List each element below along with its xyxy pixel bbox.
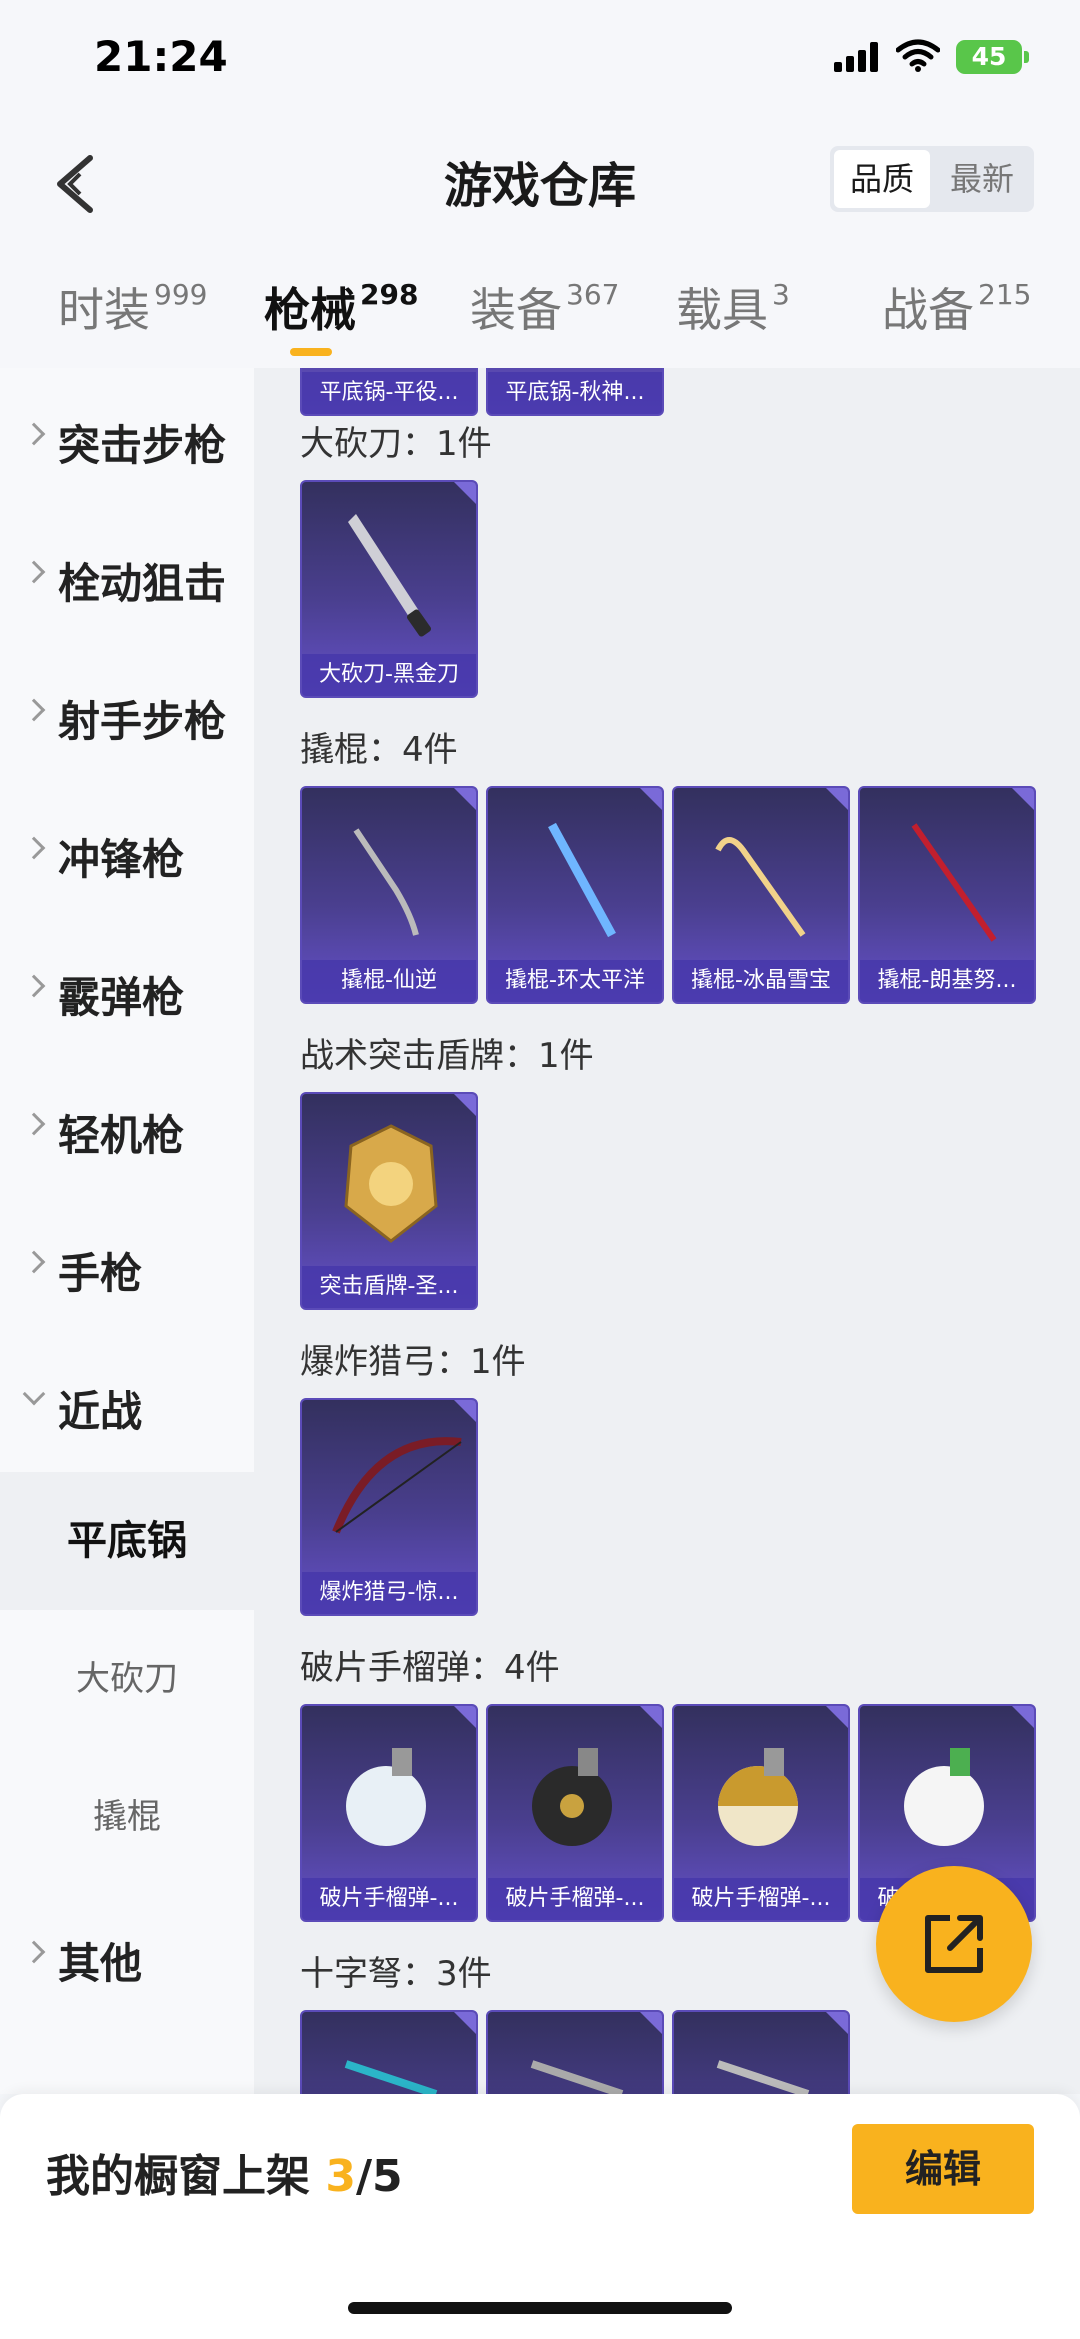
sidebar-subitem-machete[interactable]: 大砍刀 xyxy=(0,1610,254,1748)
section-title: 爆炸猎弓：1件 xyxy=(300,1342,526,1382)
item-card[interactable]: 突击盾牌-圣... xyxy=(300,1092,478,1310)
tab-fashion[interactable]: 时装 999 xyxy=(58,274,207,340)
crowbar-icon xyxy=(548,822,616,938)
item-card[interactable] xyxy=(300,2010,478,2094)
crowbar-icon xyxy=(715,837,806,937)
sidebar-item-pistol[interactable]: 手枪 xyxy=(0,1196,254,1334)
grenade-icon xyxy=(532,1748,612,1846)
chevron-right-icon xyxy=(22,1250,46,1274)
item-card[interactable] xyxy=(486,2010,664,2094)
sidebar-item-smg[interactable]: 冲锋枪 xyxy=(0,782,254,920)
sort-quality-button[interactable]: 品质 xyxy=(834,150,930,208)
showcase-status: 我的橱窗上架 3/5 xyxy=(46,2151,403,2202)
battery-icon: 45 xyxy=(956,40,1029,74)
grenade-icon xyxy=(718,1748,798,1846)
section-title: 破片手榴弹：4件 xyxy=(300,1648,560,1688)
section-title: 大砍刀：1件 xyxy=(300,424,492,464)
bow-icon xyxy=(332,1437,462,1534)
sidebar-item-assault-rifle[interactable]: 突击步枪 xyxy=(0,368,254,506)
category-sidebar: 突击步枪 栓动狙击 射手步枪 冲锋枪 霰弹枪 轻机枪 手枪 近战 平底锅 大砍刀… xyxy=(0,368,254,2094)
sidebar-item-shotgun[interactable]: 霰弹枪 xyxy=(0,920,254,1058)
section-title: 撬棍：4件 xyxy=(300,730,458,770)
external-link-icon xyxy=(925,1915,983,1973)
sort-newest-button[interactable]: 最新 xyxy=(934,150,1030,208)
sidebar-item-bolt-sniper[interactable]: 栓动狙击 xyxy=(0,506,254,644)
tab-combat-gear[interactable]: 战备 215 xyxy=(882,274,1031,340)
tab-equipment[interactable]: 装备 367 xyxy=(470,274,619,340)
header: 游戏仓库 品质 最新 xyxy=(0,120,1080,250)
home-indicator xyxy=(348,2302,732,2314)
item-card[interactable]: 撬棍-冰晶雪宝 xyxy=(672,786,850,1004)
chevron-right-icon xyxy=(22,698,46,722)
sidebar-item-lmg[interactable]: 轻机枪 xyxy=(0,1058,254,1196)
tab-vehicles[interactable]: 载具 3 xyxy=(676,274,790,340)
edit-button[interactable]: 编辑 xyxy=(852,2124,1034,2214)
item-grid: 平底锅-平役... 平底锅-秋神... 大砍刀：1件 大砍刀-黑金刀 撬棍：4件… xyxy=(254,368,1080,2094)
chevron-right-icon xyxy=(22,1940,46,1964)
chevron-right-icon xyxy=(22,1112,46,1136)
chevron-right-icon xyxy=(22,422,46,446)
status-time: 21:24 xyxy=(94,32,228,81)
tab-firearms[interactable]: 枪械 298 xyxy=(264,274,418,340)
item-card[interactable] xyxy=(672,2010,850,2094)
chevron-down-icon xyxy=(22,1382,46,1406)
chevron-right-icon xyxy=(22,974,46,998)
sidebar-item-other[interactable]: 其他 xyxy=(0,1886,254,2024)
crowbar-icon xyxy=(353,828,419,936)
item-card[interactable]: 破片手榴弹-... xyxy=(486,1704,664,1922)
status-bar: 21:24 45 xyxy=(0,0,1080,120)
category-tabs: 时装 999 枪械 298 装备 367 载具 3 战备 215 xyxy=(0,250,1080,368)
sidebar-subitem-frying-pan[interactable]: 平底锅 xyxy=(0,1472,254,1610)
item-card[interactable]: 破片手榴弹-... xyxy=(300,1704,478,1922)
item-card[interactable]: 平底锅-秋神... xyxy=(486,368,664,416)
wifi-icon xyxy=(896,39,940,72)
item-card[interactable]: 爆炸猎弓-惊... xyxy=(300,1398,478,1616)
sidebar-item-melee[interactable]: 近战 xyxy=(0,1334,254,1472)
grenade-icon xyxy=(346,1748,426,1846)
chevron-right-icon xyxy=(22,560,46,584)
crowbar-icon xyxy=(911,823,997,942)
shield-icon xyxy=(344,1124,438,1243)
grenade-icon xyxy=(904,1748,984,1846)
machete-icon xyxy=(348,514,432,637)
crossbow-icon xyxy=(530,2060,624,2094)
cellular-signal-icon xyxy=(834,42,878,72)
section-title: 十字弩：3件 xyxy=(300,1954,492,1994)
section-title: 战术突击盾牌：1件 xyxy=(300,1036,594,1076)
item-card[interactable]: 撬棍-朗基努... xyxy=(858,786,1036,1004)
item-card[interactable]: 撬棍-仙逆 xyxy=(300,786,478,1004)
sort-toggle: 品质 最新 xyxy=(830,146,1034,212)
item-card[interactable]: 大砍刀-黑金刀 xyxy=(300,480,478,698)
sidebar-item-marksman-rifle[interactable]: 射手步枪 xyxy=(0,644,254,782)
sidebar-subitem-crowbar[interactable]: 撬棍 xyxy=(0,1748,254,1886)
item-card[interactable]: 破片手榴弹-... xyxy=(672,1704,850,1922)
chevron-right-icon xyxy=(22,836,46,860)
crossbow-icon xyxy=(716,2060,810,2094)
crossbow-icon xyxy=(344,2060,438,2094)
active-tab-indicator xyxy=(290,348,332,356)
share-button[interactable] xyxy=(876,1866,1032,2022)
item-card[interactable]: 撬棍-环太平洋 xyxy=(486,786,664,1004)
item-card[interactable]: 平底锅-平役... xyxy=(300,368,478,416)
